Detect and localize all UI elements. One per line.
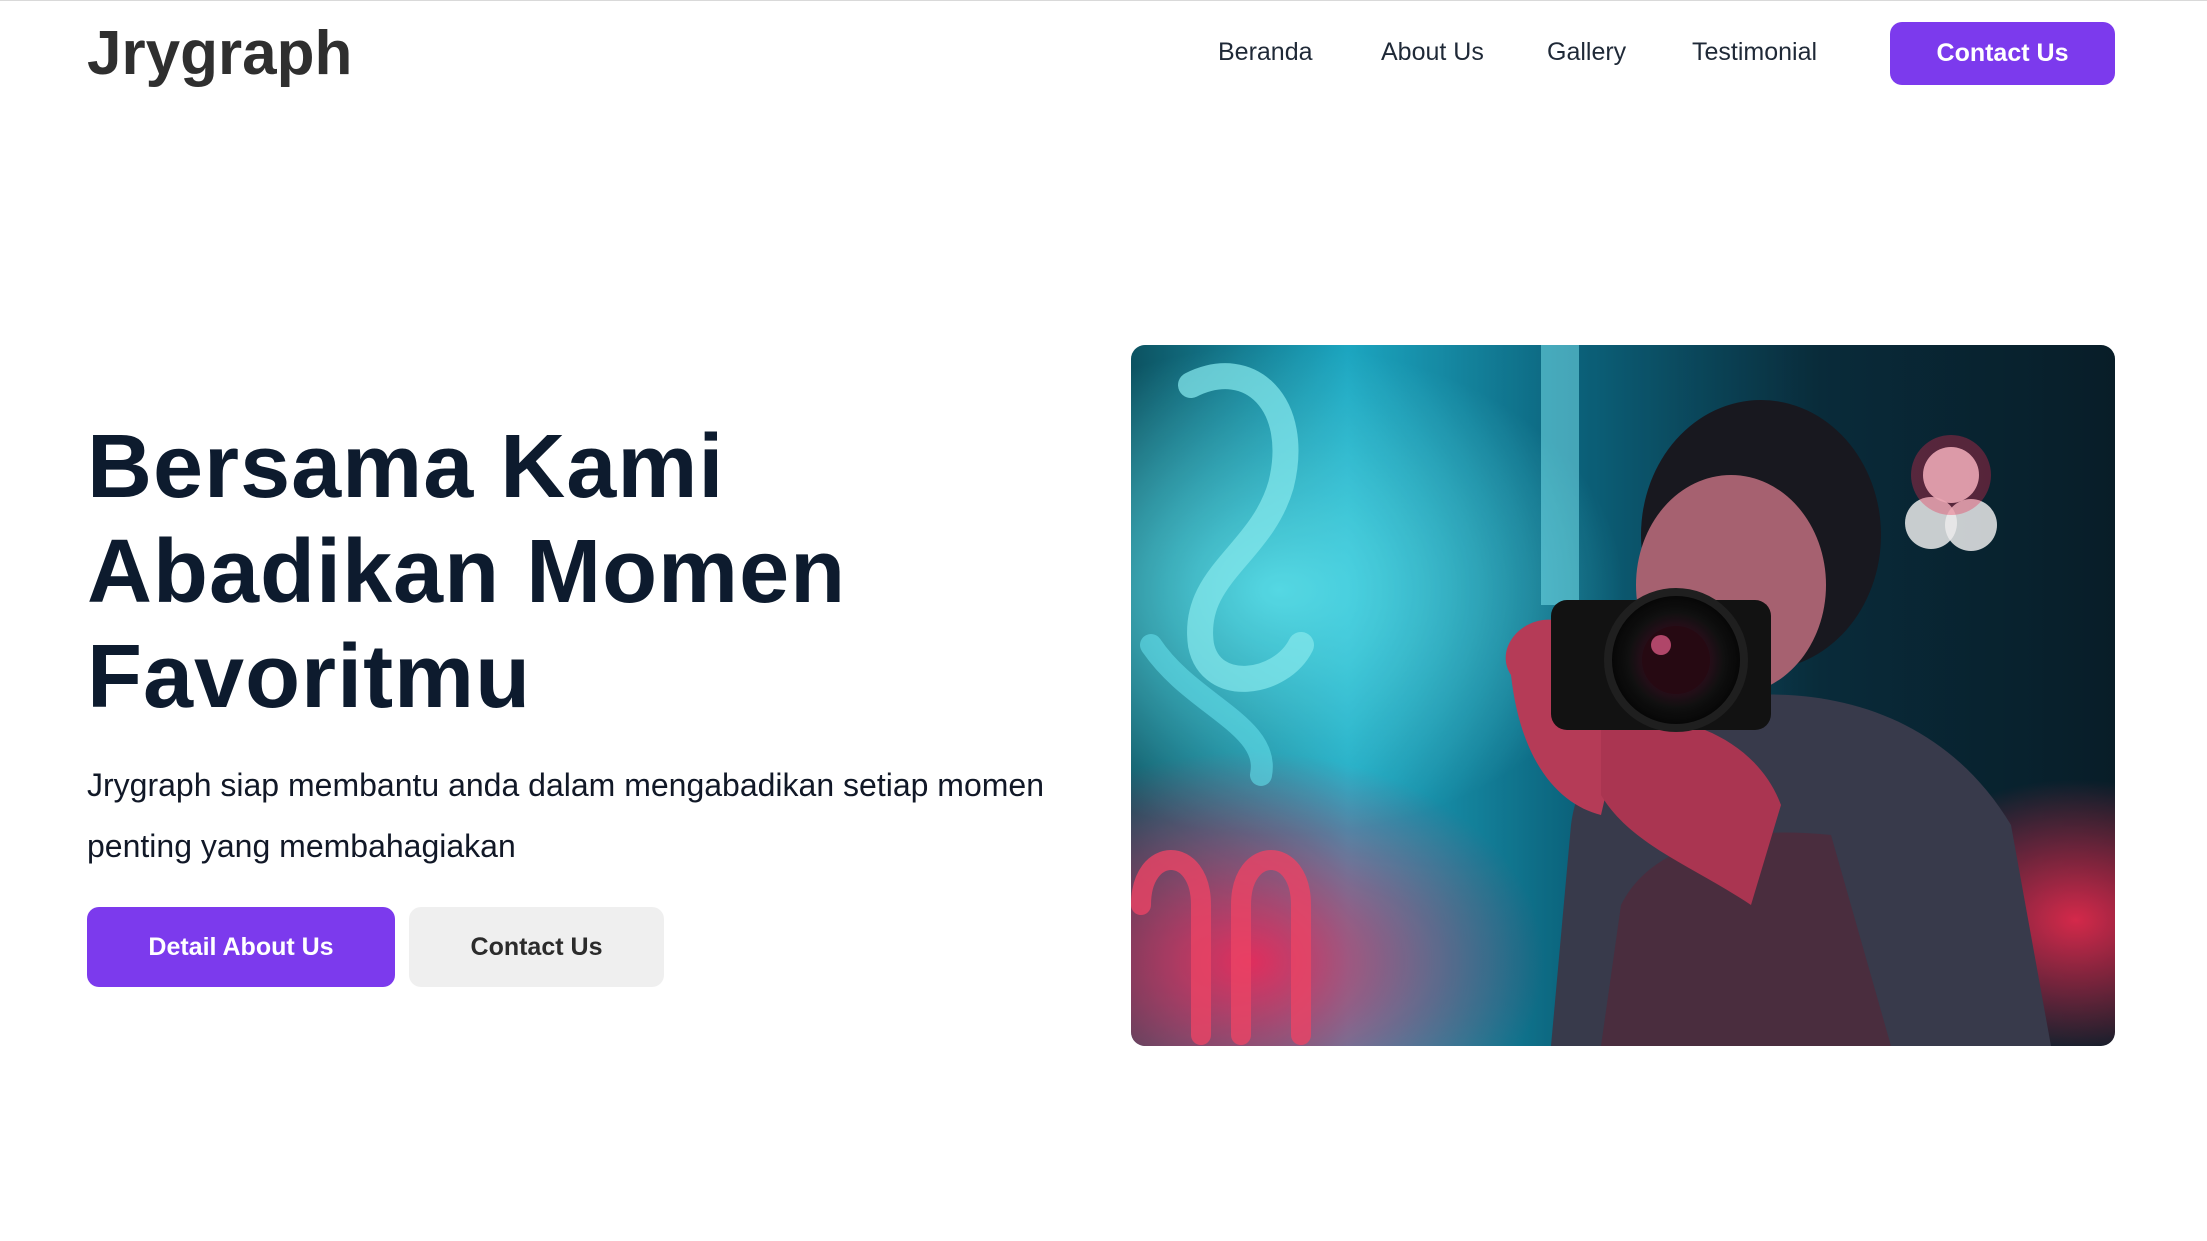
hero-title: Bersama Kami Abadikan Momen Favoritmu (87, 415, 1087, 730)
hero-description: Jrygraph siap membantu anda dalam mengab… (87, 767, 1044, 864)
hero-photo-illustration (1131, 345, 2115, 1046)
nav-link-gallery[interactable]: Gallery (1547, 32, 1626, 72)
hero-contact-us-button[interactable]: Contact Us (409, 907, 664, 987)
hero-photo-photographer-with-camera (1131, 345, 2115, 1046)
detail-about-us-button[interactable]: Detail About Us (87, 907, 395, 987)
nav-link-testimonial[interactable]: Testimonial (1692, 32, 1817, 72)
brand-logo[interactable]: Jrygraph (87, 14, 352, 94)
hero-title-line: Favoritmu (87, 627, 532, 727)
hero-title-line: Bersama Kami (87, 417, 725, 517)
nav-link-beranda[interactable]: Beranda (1218, 32, 1313, 72)
hero-title-line: Abadikan Momen (87, 522, 847, 622)
navbar: Jrygraph Beranda About Us Gallery Testim… (0, 0, 2207, 110)
nav-link-about-us[interactable]: About Us (1381, 32, 1484, 72)
nav-contact-us-button[interactable]: Contact Us (1890, 22, 2115, 85)
